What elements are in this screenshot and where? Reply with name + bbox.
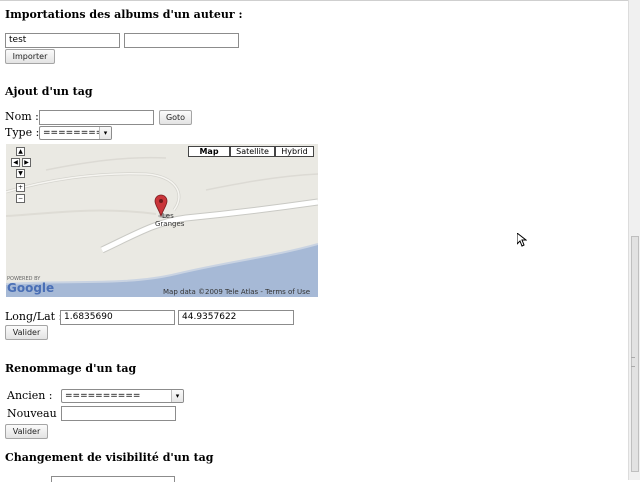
pan-right-icon[interactable]: ▶ [22,158,31,167]
pan-left-icon[interactable]: ◀ [11,158,20,167]
visibility-select-partial[interactable] [51,476,175,482]
old-tag-select[interactable]: ========== ▾ [61,389,184,403]
vertical-scrollbar[interactable] [628,0,640,480]
new-tag-input[interactable] [61,406,176,421]
tag-type-label: Type : [5,126,40,139]
pan-up-icon[interactable]: ▲ [16,147,25,156]
minor-road-top [45,156,167,171]
tag-type-select[interactable]: ======== ▾ [39,126,112,140]
map-type-satellite-button[interactable]: Satellite [230,146,275,157]
goto-button[interactable]: Goto [159,110,192,125]
zoom-in-icon[interactable]: + [16,183,25,192]
chevron-down-icon: ▾ [171,390,183,402]
longlat-label: Long/Lat : [5,310,63,323]
scrollbar-grip-icon [631,357,635,367]
visibility-tag-title: Changement de visibilité d'un tag [5,451,214,464]
rename-tag-title: Renommage d'un tag [5,362,137,375]
minor-road-north-fill [6,172,180,211]
minor-road-west [6,209,157,217]
place-label-granges: Granges [155,220,185,228]
road-casing [100,198,318,254]
import-button[interactable]: Importer [5,49,55,64]
new-tag-label: Nouveau : [7,407,64,420]
validate-rename-button[interactable]: Valider [5,424,48,439]
import-section-title: Importations des albums d'un auteur : [5,8,243,21]
map-marker-dot [159,199,163,203]
author-input[interactable]: test [5,33,120,48]
page-top-border [0,0,640,1]
map-type-hybrid-button[interactable]: Hybrid [275,146,314,157]
zoom-out-icon[interactable]: − [16,194,25,203]
chevron-down-icon: ▾ [99,127,111,139]
old-tag-selected: ========== [65,391,141,401]
mouse-cursor-icon [517,233,527,247]
minor-road-north [6,172,181,211]
minor-road-east [205,173,318,191]
map-copyright[interactable]: Map data ©2009 Tele Atlas - Terms of Use [163,288,310,296]
tag-type-selected: ======== [43,128,104,138]
map-type-map-button[interactable]: Map [188,146,230,157]
add-tag-title: Ajout d'un tag [5,85,93,98]
latitude-input[interactable]: 44.9357622 [178,310,294,325]
place-label-les: Les [162,212,174,220]
validate-location-button[interactable]: Valider [5,325,48,340]
author-secondary-input[interactable] [124,33,239,48]
longitude-input[interactable]: 1.6835690 [60,310,175,325]
scrollbar-thumb[interactable] [631,236,639,472]
tag-name-label: Nom : [5,110,39,123]
tag-name-input[interactable] [39,110,154,125]
pan-down-icon[interactable]: ▼ [16,169,25,178]
map-view[interactable]: Map Satellite Hybrid ▲ ◀ ▶ ▼ + − Les Gra… [6,144,318,297]
google-logo[interactable]: Google [7,281,54,295]
old-tag-label: Ancien : [7,389,53,402]
